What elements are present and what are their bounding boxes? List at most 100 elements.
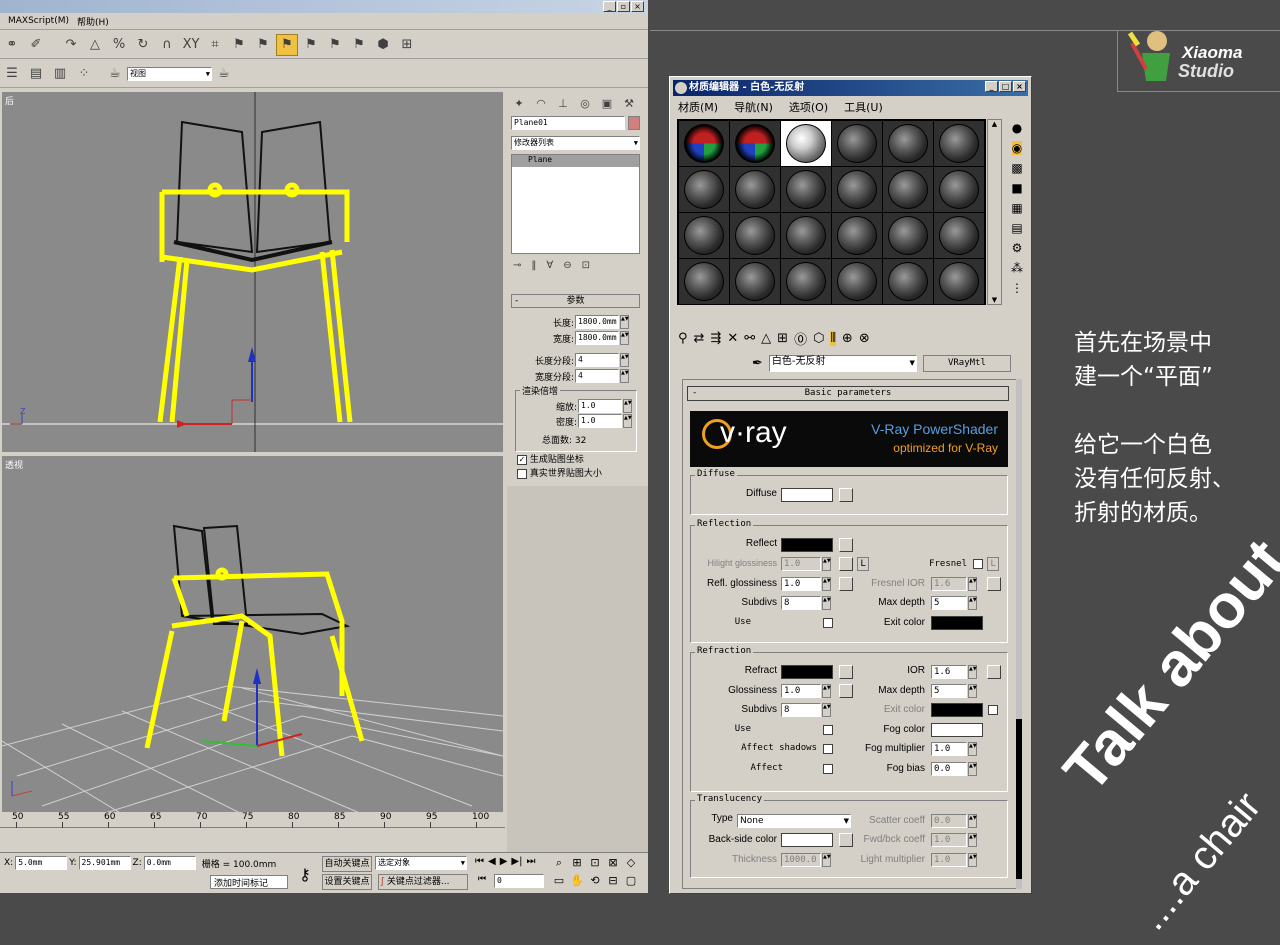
flag-icon[interactable]: ⚑ xyxy=(228,34,250,56)
x-field[interactable]: 5.0mm xyxy=(15,856,68,870)
maximize-icon[interactable]: ⊟ xyxy=(604,874,622,892)
material-slot[interactable] xyxy=(934,213,984,258)
refr-gloss-spinner[interactable]: ▲▼ xyxy=(822,684,831,698)
play-icon[interactable]: ▶ xyxy=(500,856,508,867)
layers-icon[interactable]: ☰ xyxy=(1,63,23,85)
object-color-swatch[interactable] xyxy=(628,116,640,130)
sample-type-icon[interactable]: ● xyxy=(1012,121,1022,135)
hilight-lock-button[interactable]: L xyxy=(857,557,869,571)
fog-mult-field[interactable]: 1.0 xyxy=(931,742,967,756)
select-by-material-icon[interactable]: ⁂ xyxy=(1011,261,1023,275)
gen-map-checkbox[interactable]: ✓ xyxy=(517,454,527,465)
put-to-library-icon[interactable]: ⊞ xyxy=(777,331,788,346)
trans-type-dropdown[interactable]: None ▼ xyxy=(737,814,851,828)
video-color-icon[interactable]: ▦ xyxy=(1011,201,1022,215)
percent-snap-icon[interactable]: % xyxy=(108,34,130,56)
density-spinner[interactable]: ▲▼ xyxy=(623,414,632,428)
scale-field[interactable]: 1.0 xyxy=(578,399,622,413)
stack-item-plane[interactable]: Plane xyxy=(512,155,639,167)
hilight-map-button[interactable] xyxy=(839,557,853,571)
refl-max-depth-field[interactable]: 5 xyxy=(931,596,967,610)
refr-max-depth-field[interactable]: 5 xyxy=(931,684,967,698)
refl-exit-color-swatch[interactable] xyxy=(931,616,983,630)
material-slot[interactable] xyxy=(934,259,984,304)
length-spinner[interactable]: ▲▼ xyxy=(620,315,629,329)
basic-params-header[interactable]: - Basic parameters xyxy=(687,386,1009,401)
zoom-extents-all-icon[interactable]: ⊠ xyxy=(604,856,622,874)
reflect-color-swatch[interactable] xyxy=(781,538,833,552)
configure-icon[interactable]: ⊡ xyxy=(582,260,590,271)
set-key-button[interactable]: 设置关键点 xyxy=(322,874,372,890)
prev-frame-icon[interactable]: ◀ xyxy=(488,856,496,867)
options-icon[interactable]: ⚙ xyxy=(1012,241,1023,255)
timeline-ruler[interactable]: 50 55 60 65 70 75 80 85 90 95 100 xyxy=(0,812,505,828)
add-time-tag[interactable]: 添加时间标记 xyxy=(210,875,288,889)
material-slot[interactable] xyxy=(883,213,933,258)
remove-modifier-icon[interactable]: ⊖ xyxy=(563,260,571,271)
angle-snap-icon[interactable]: △ xyxy=(84,34,106,56)
material-slot[interactable] xyxy=(730,259,780,304)
hierarchy-tab-icon[interactable]: ⊥ xyxy=(554,95,572,111)
thickness-field[interactable]: 1000.0 xyxy=(781,853,821,867)
reset-icon[interactable]: ✕ xyxy=(727,331,738,346)
motion-tab-icon[interactable]: ◎ xyxy=(576,95,594,111)
viewport-back[interactable]: 后 Z xyxy=(0,90,505,454)
material-slot[interactable] xyxy=(832,213,882,258)
refr-max-depth-spinner[interactable]: ▲▼ xyxy=(968,684,977,698)
active-flag-icon[interactable]: ⚑ xyxy=(276,33,298,56)
spinner-snap-icon[interactable]: ↻ xyxy=(132,34,154,56)
go-sibling-icon[interactable]: ⊗ xyxy=(859,331,870,346)
reflect-map-button[interactable] xyxy=(839,538,853,552)
scatter-spinner[interactable]: ▲▼ xyxy=(968,814,977,828)
material-slot[interactable] xyxy=(781,121,831,166)
real-world-row[interactable]: 真实世界贴图大小 xyxy=(517,466,602,479)
utilities-tab-icon[interactable]: ⚒ xyxy=(620,95,638,111)
menu-options[interactable]: 选项(O) xyxy=(789,99,828,115)
length-field[interactable]: 1800.0mm xyxy=(575,315,619,329)
light-mult-field[interactable]: 1.0 xyxy=(931,853,967,867)
region-zoom-icon[interactable]: ▭ xyxy=(550,874,568,892)
refl-subdivs-spinner[interactable]: ▲▼ xyxy=(822,596,831,610)
render-teapot-icon[interactable]: ☕ xyxy=(213,63,235,85)
y-field[interactable]: 25.901mm xyxy=(78,856,131,870)
teapot-icon[interactable]: ☕ xyxy=(104,63,126,85)
fresnel-ior-field[interactable]: 1.6 xyxy=(931,577,967,591)
material-icon[interactable]: ⁘ xyxy=(73,63,95,85)
scroll-up-icon[interactable]: ▲ xyxy=(988,120,1001,128)
scroll-down-icon[interactable]: ▼ xyxy=(988,296,1001,304)
flag3-icon[interactable]: ⚑ xyxy=(300,34,322,56)
backlight-icon[interactable]: ◉ xyxy=(1011,141,1023,155)
material-slot[interactable] xyxy=(679,121,729,166)
material-slot[interactable] xyxy=(781,259,831,304)
next-frame-icon[interactable]: ▶| xyxy=(511,856,522,867)
show-map-icon[interactable]: ⬡ xyxy=(813,331,824,346)
refl-use-checkbox[interactable] xyxy=(823,618,833,628)
backside-color-swatch[interactable] xyxy=(781,833,833,847)
material-slot[interactable] xyxy=(679,167,729,212)
key-icon[interactable]: ⚷ xyxy=(290,859,320,891)
material-name-field[interactable]: 白色-无反射 ▼ xyxy=(768,355,917,372)
material-slot[interactable] xyxy=(934,167,984,212)
auto-key-button[interactable]: 自动关键点 xyxy=(322,856,372,872)
material-slot[interactable] xyxy=(883,167,933,212)
params-scrollbar[interactable] xyxy=(1016,379,1022,889)
show-end-icon[interactable]: ‖ xyxy=(531,260,536,271)
width-segs-field[interactable]: 4 xyxy=(575,369,619,383)
grid-snap-icon[interactable]: ⌗ xyxy=(204,34,226,56)
density-field[interactable]: 1.0 xyxy=(578,414,622,428)
put-to-scene-icon[interactable]: ⇄ xyxy=(694,331,705,346)
menu-material[interactable]: 材质(M) xyxy=(678,99,718,115)
zoom-all-icon[interactable]: ⊞ xyxy=(568,856,586,874)
refr-use-checkbox[interactable] xyxy=(823,725,833,735)
frame-field[interactable]: 0 xyxy=(494,874,544,888)
create-tab-icon[interactable]: ✦ xyxy=(510,95,528,111)
material-slot[interactable] xyxy=(730,167,780,212)
refr-subdivs-field[interactable]: 8 xyxy=(781,703,821,717)
magnet-icon[interactable]: ∩ xyxy=(156,34,178,56)
flag4-icon[interactable]: ⚑ xyxy=(324,34,346,56)
gen-map-row[interactable]: ✓ 生成贴图坐标 xyxy=(517,452,584,465)
key-mode-icon[interactable]: ⏮ xyxy=(478,874,486,884)
object-name-field[interactable]: Plane01 xyxy=(511,116,625,130)
material-slot[interactable] xyxy=(679,213,729,258)
minimize-button[interactable]: _ xyxy=(985,81,998,92)
